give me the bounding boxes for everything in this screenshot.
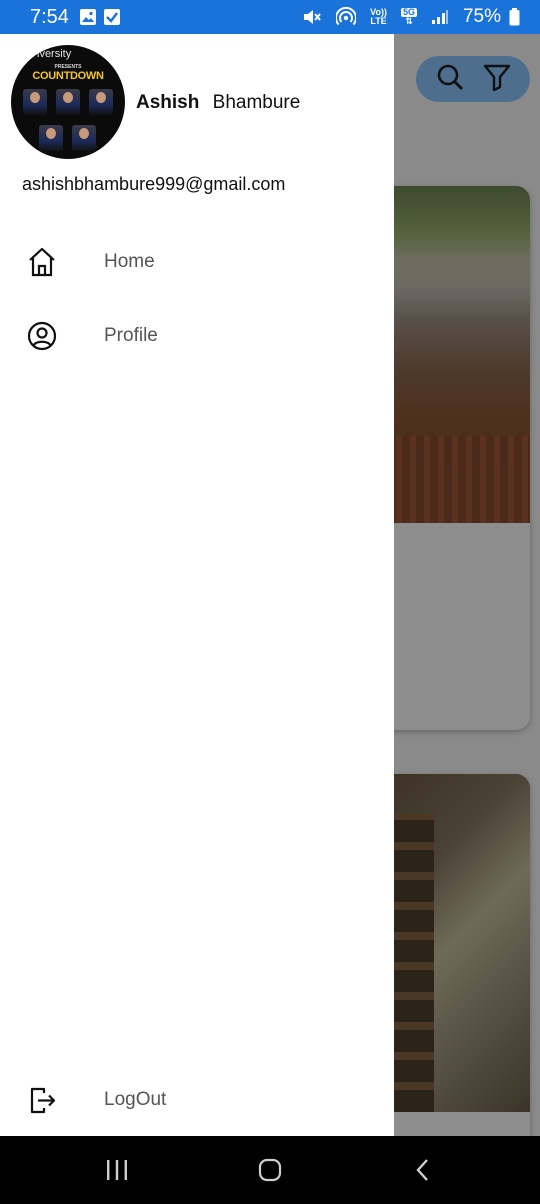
checkbox-notification-icon bbox=[103, 8, 121, 26]
user-first-name: Ashish bbox=[136, 92, 200, 113]
home-nav-icon[interactable] bbox=[240, 1145, 300, 1195]
listing-photo bbox=[394, 774, 530, 1112]
volte-icon: Vo)) LTE bbox=[370, 7, 387, 26]
logout-icon bbox=[26, 1084, 58, 1116]
avatar-person-photo bbox=[89, 89, 113, 115]
menu-item-label: Profile bbox=[104, 325, 158, 346]
battery-icon bbox=[509, 8, 520, 26]
menu-item-label: Home bbox=[104, 251, 155, 272]
back-icon[interactable] bbox=[393, 1145, 453, 1195]
avatar-university-text: iversity bbox=[37, 48, 72, 60]
gallery-icon bbox=[79, 8, 97, 26]
recent-apps-icon[interactable] bbox=[87, 1145, 147, 1195]
profile-icon bbox=[26, 320, 58, 352]
mute-icon bbox=[302, 8, 322, 26]
user-name: Ashish Bhambure bbox=[136, 92, 300, 114]
avatar-person-photo bbox=[56, 89, 80, 115]
filter-icon[interactable] bbox=[482, 62, 512, 97]
menu-item-logout[interactable]: LogOut bbox=[0, 1071, 394, 1129]
user-last-name: Bhambure bbox=[212, 92, 301, 113]
avatar[interactable]: iversity PRESENTS COUNTDOWN bbox=[11, 45, 125, 159]
avatar-person-photo bbox=[39, 125, 63, 151]
background-app[interactable] bbox=[394, 34, 540, 1136]
hotspot-icon bbox=[336, 7, 357, 27]
avatar-person-photo bbox=[72, 125, 96, 151]
search-filter-bar[interactable] bbox=[416, 56, 530, 102]
logout-label: LogOut bbox=[104, 1089, 167, 1110]
listing-photo bbox=[394, 186, 530, 523]
menu-item-profile[interactable]: Profile bbox=[0, 307, 394, 365]
menu-item-home[interactable]: Home bbox=[0, 233, 394, 291]
navigation-drawer: iversity PRESENTS COUNTDOWN Ashish Bhamb… bbox=[0, 34, 394, 1136]
listing-card[interactable] bbox=[394, 186, 530, 730]
avatar-title-text: COUNTDOWN bbox=[32, 70, 104, 82]
battery-percent: 75% bbox=[462, 6, 501, 27]
search-icon[interactable] bbox=[435, 62, 465, 97]
status-time: 7:54 bbox=[30, 5, 69, 28]
5g-icon: 5G ⇅ bbox=[400, 7, 417, 26]
avatar-person-photo bbox=[23, 89, 47, 115]
listing-card[interactable] bbox=[394, 774, 530, 1136]
status-bar: 7:54 Vo)) LTE 5G ⇅ 75% bbox=[0, 0, 540, 34]
system-nav-bar bbox=[0, 1136, 540, 1204]
home-icon bbox=[26, 246, 58, 278]
signal-icon bbox=[431, 9, 449, 25]
user-email: ashishbhambure999@gmail.com bbox=[22, 174, 286, 194]
